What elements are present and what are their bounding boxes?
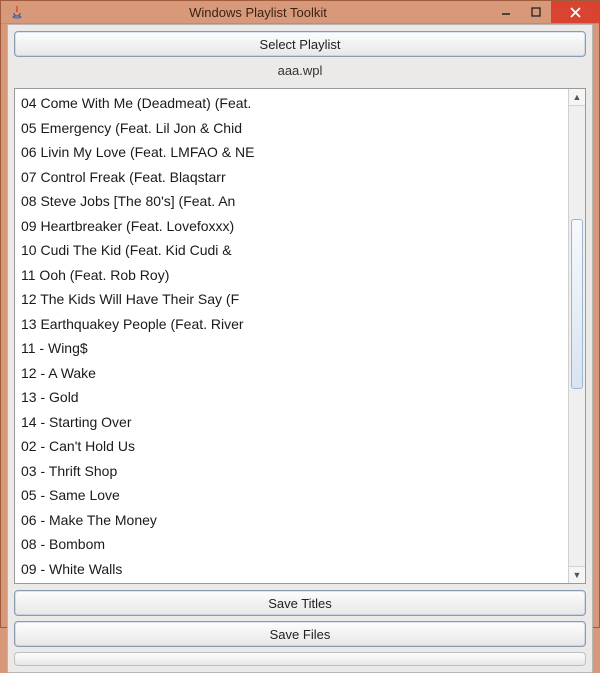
titlebar[interactable]: Windows Playlist Toolkit xyxy=(1,1,599,24)
list-item[interactable]: 11 - Wing$ xyxy=(15,336,568,361)
window-title: Windows Playlist Toolkit xyxy=(25,5,491,20)
list-item[interactable]: 08 Steve Jobs [The 80's] (Feat. An xyxy=(15,189,568,214)
list-item[interactable]: 12 The Kids Will Have Their Say (F xyxy=(15,287,568,312)
playlist-list[interactable]: 04 Come With Me (Deadmeat) (Feat.05 Emer… xyxy=(15,89,568,583)
list-item[interactable]: 04 Come With Me (Deadmeat) (Feat. xyxy=(15,91,568,116)
status-bar xyxy=(14,652,586,666)
list-item[interactable]: 08 - Bombom xyxy=(15,532,568,557)
scroll-up-button[interactable]: ▲ xyxy=(569,89,585,106)
playlist-list-container: 04 Come With Me (Deadmeat) (Feat.05 Emer… xyxy=(14,88,586,584)
list-item[interactable]: 09 Heartbreaker (Feat. Lovefoxxx) xyxy=(15,214,568,239)
list-item[interactable]: 07 Control Freak (Feat. Blaqstarr xyxy=(15,165,568,190)
list-item[interactable]: 05 Emergency (Feat. Lil Jon & Chid xyxy=(15,116,568,141)
save-titles-button[interactable]: Save Titles xyxy=(14,590,586,616)
minimize-button[interactable] xyxy=(491,1,521,23)
list-item[interactable]: 03 - Thrift Shop xyxy=(15,459,568,484)
maximize-button[interactable] xyxy=(521,1,551,23)
list-item[interactable]: 02 - Can't Hold Us xyxy=(15,434,568,459)
list-item[interactable]: 11 Ooh (Feat. Rob Roy) xyxy=(15,263,568,288)
scroll-thumb[interactable] xyxy=(571,219,583,389)
list-item[interactable]: 12 - A Wake xyxy=(15,361,568,386)
save-files-button[interactable]: Save Files xyxy=(14,621,586,647)
list-item[interactable]: 14 - Starting Over xyxy=(15,410,568,435)
list-item[interactable]: 06 Livin My Love (Feat. LMFAO & NE xyxy=(15,140,568,165)
close-button[interactable] xyxy=(551,1,599,23)
list-item[interactable]: 05 - Same Love xyxy=(15,483,568,508)
playlist-filename-label: aaa.wpl xyxy=(14,57,586,88)
app-window: Windows Playlist Toolkit Select Playlist… xyxy=(0,0,600,628)
content-panel: Select Playlist aaa.wpl 04 Come With Me … xyxy=(7,24,593,673)
select-playlist-button[interactable]: Select Playlist xyxy=(14,31,586,57)
list-item[interactable]: 10 Cudi The Kid (Feat. Kid Cudi & xyxy=(15,238,568,263)
list-item[interactable]: 13 - Gold xyxy=(15,385,568,410)
java-icon xyxy=(9,4,25,20)
list-item[interactable]: 09 - White Walls xyxy=(15,557,568,582)
scroll-down-button[interactable]: ▼ xyxy=(569,566,585,583)
list-item[interactable]: 13 Earthquakey People (Feat. River xyxy=(15,312,568,337)
list-item[interactable]: 06 - Make The Money xyxy=(15,508,568,533)
bottom-button-group: Save Titles Save Files xyxy=(14,590,586,666)
window-controls xyxy=(491,1,599,23)
vertical-scrollbar[interactable]: ▲ ▼ xyxy=(568,89,585,583)
